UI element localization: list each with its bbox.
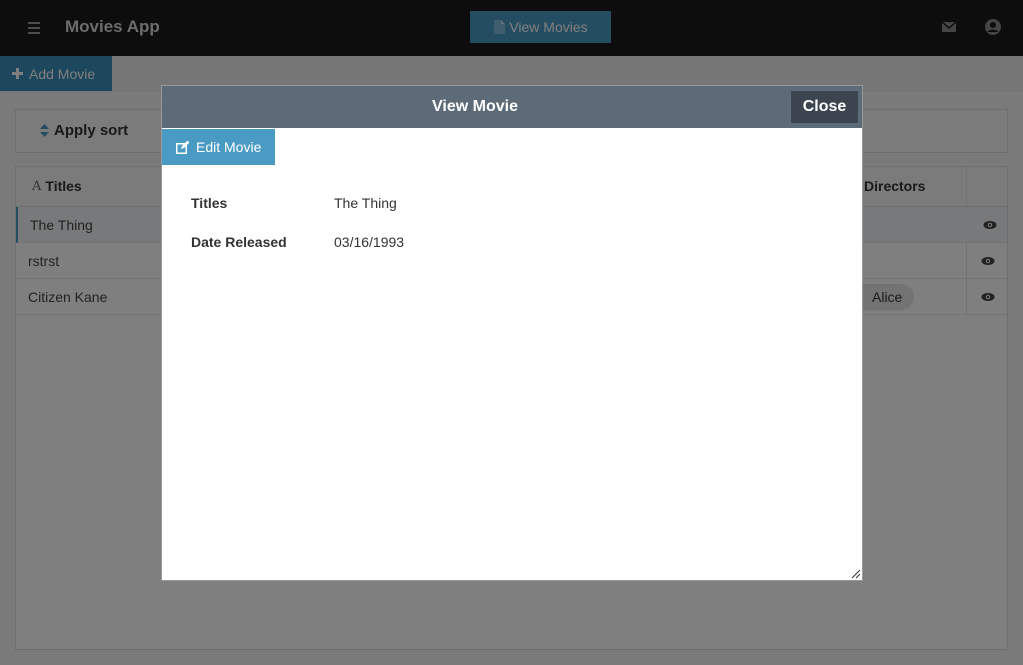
- field-label-date-released: Date Released: [191, 234, 287, 250]
- field-label-titles: Titles: [191, 195, 228, 211]
- resize-handle-icon[interactable]: [849, 567, 861, 579]
- edit-movie-button[interactable]: Edit Movie: [162, 129, 275, 165]
- edit-icon: [176, 140, 189, 154]
- field-value-titles: The Thing: [334, 195, 397, 211]
- view-movie-modal: View Movie Close Edit Movie Titles The T…: [161, 85, 863, 581]
- close-button[interactable]: Close: [791, 91, 858, 123]
- modal-title: View Movie: [432, 98, 518, 115]
- field-value-date-released: 03/16/1993: [334, 234, 405, 250]
- edit-movie-label: Edit Movie: [196, 139, 262, 155]
- modal-header: View Movie Close: [162, 86, 862, 128]
